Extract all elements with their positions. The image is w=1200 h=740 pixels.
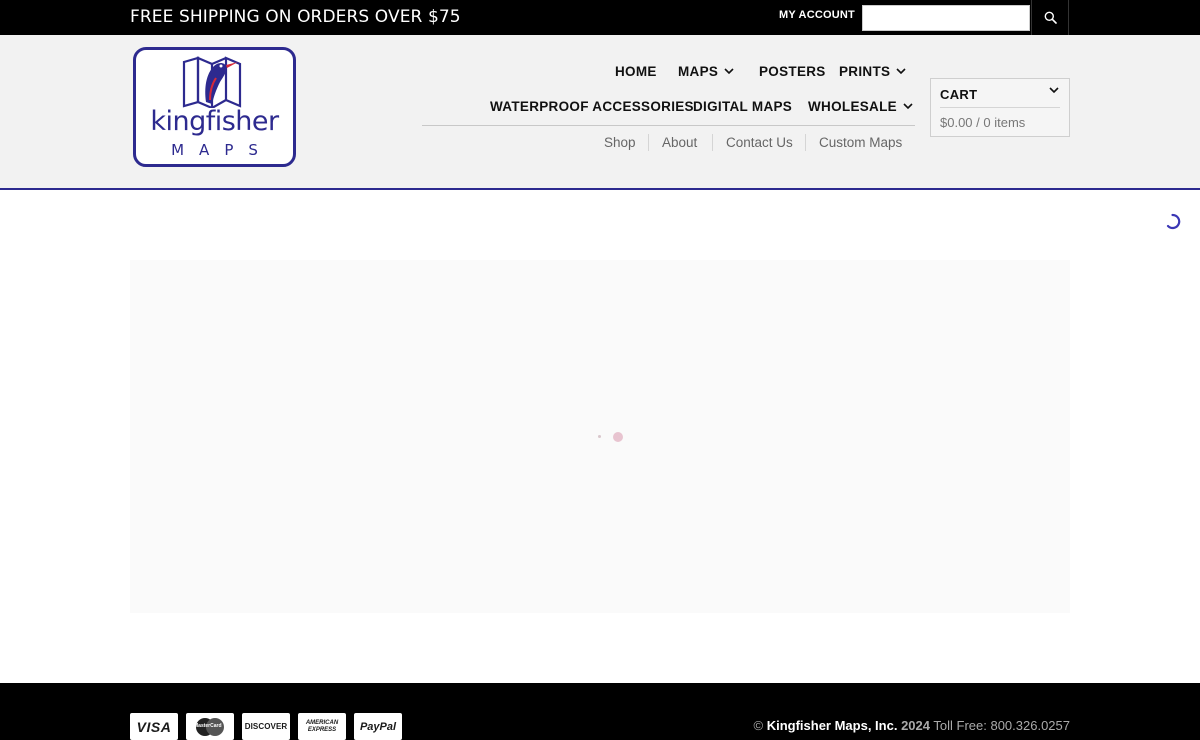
payment-label: AMERICAN EXPRESS — [305, 719, 339, 733]
chevron-down-icon — [1049, 87, 1059, 94]
nav-label: POSTERS — [759, 64, 826, 79]
nav-label: DIGITAL MAPS — [693, 99, 793, 114]
subnav-contact-us[interactable]: Contact Us — [726, 135, 793, 150]
company-name: Kingfisher Maps, Inc. — [766, 718, 898, 733]
search-input[interactable] — [862, 5, 1030, 31]
site-header: kingfisher MAPS HOME MAPS POSTERS PRINTS… — [0, 35, 1200, 190]
subnav-shop[interactable]: Shop — [604, 135, 636, 150]
cart-widget[interactable]: CART $0.00 / 0 items — [930, 78, 1070, 137]
chevron-down-icon — [903, 103, 913, 110]
subnav-separator — [805, 134, 806, 151]
top-bar: FREE SHIPPING ON ORDERS OVER $75 MY ACCO… — [0, 0, 1200, 35]
loading-dot-icon — [598, 435, 601, 438]
nav-divider — [422, 125, 915, 126]
loading-dot-icon — [613, 432, 623, 442]
cart-title: CART — [940, 87, 978, 102]
subnav-custom-maps[interactable]: Custom Maps — [819, 135, 902, 150]
nav-label: HOME — [615, 64, 657, 79]
american-express-icon: AMERICAN EXPRESS — [298, 713, 346, 740]
nav-waterproof-accessories[interactable]: WATERPROOF ACCESSORIES — [490, 99, 694, 114]
kingfisher-maps-logo[interactable]: kingfisher MAPS — [133, 47, 296, 167]
subnav-about[interactable]: About — [662, 135, 697, 150]
search-icon — [1044, 11, 1057, 24]
payment-label: MasterCard — [194, 722, 222, 729]
chevron-down-icon — [896, 68, 906, 75]
payment-label: PayPal — [359, 720, 397, 733]
kingfisher-bird-map-icon — [182, 56, 242, 108]
nav-home[interactable]: HOME — [615, 64, 657, 79]
loading-spinner-icon — [1166, 213, 1181, 230]
mastercard-icon: MasterCard — [186, 713, 234, 740]
my-account-link[interactable]: MY ACCOUNT — [779, 9, 855, 21]
copyright-year: 2024 — [901, 718, 930, 733]
nav-wholesale[interactable]: WHOLESALE — [808, 99, 913, 114]
nav-label: MAPS — [678, 64, 719, 79]
nav-label: WHOLESALE — [808, 99, 897, 114]
payment-label: DISCOVER — [244, 722, 288, 731]
cart-divider — [940, 107, 1060, 108]
chevron-down-icon — [724, 68, 734, 75]
subnav-separator — [648, 134, 649, 151]
visa-icon: VISA — [130, 713, 178, 740]
nav-maps[interactable]: MAPS — [678, 64, 734, 79]
free-shipping-banner: FREE SHIPPING ON ORDERS OVER $75 — [130, 7, 461, 27]
nav-label: PRINTS — [839, 64, 891, 79]
copyright-text: © Kingfisher Maps, Inc. 2024 Toll Free: … — [753, 718, 1070, 733]
cart-total: $0.00 / 0 items — [940, 115, 1026, 130]
paypal-icon: PayPal — [354, 713, 402, 740]
nav-posters[interactable]: POSTERS — [759, 64, 826, 79]
toll-free-number: Toll Free: 800.326.0257 — [933, 718, 1070, 733]
copyright-symbol: © — [753, 718, 764, 733]
subnav-separator — [712, 134, 713, 151]
nav-digital-maps[interactable]: DIGITAL MAPS — [693, 99, 792, 114]
logo-subtitle: MAPS — [171, 141, 273, 159]
logo-wordmark: kingfisher — [150, 106, 279, 137]
nav-prints[interactable]: PRINTS — [839, 64, 906, 79]
discover-icon: DISCOVER — [242, 713, 290, 740]
payment-label: VISA — [136, 718, 172, 735]
search-button[interactable] — [1031, 0, 1069, 35]
nav-label: WATERPROOF ACCESSORIES — [490, 99, 694, 114]
site-footer: VISA MasterCard DISCOVER AMERICAN EXPRES… — [0, 683, 1200, 740]
